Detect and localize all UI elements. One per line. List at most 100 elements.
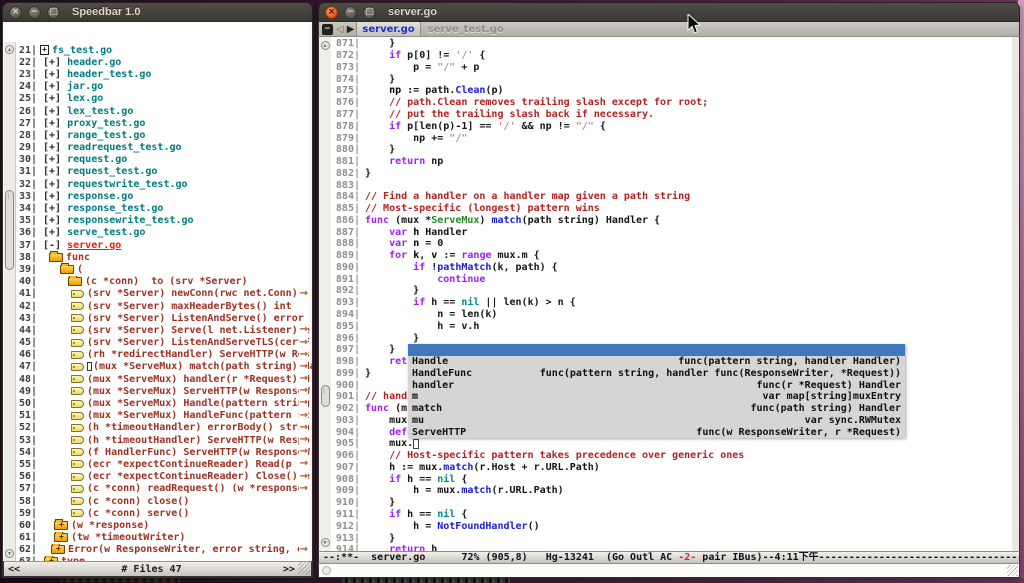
tag-icon[interactable] bbox=[71, 473, 84, 481]
tag-icon[interactable] bbox=[71, 400, 84, 408]
code-line[interactable]: 875| np := path.Clean(p) bbox=[331, 85, 1012, 97]
scrollbar-thumb[interactable] bbox=[321, 385, 330, 407]
code-line[interactable]: 908| if h == nil { bbox=[331, 473, 1012, 485]
speedbar-item[interactable]: 45|(srv *Server) ListenAndServeTLS(certF… bbox=[15, 337, 312, 349]
expand-icon[interactable]: [+] bbox=[37, 57, 67, 68]
speedbar-item-label[interactable]: header.go bbox=[67, 57, 121, 68]
speedbar-item-label[interactable]: (c *conn) serve() bbox=[87, 508, 189, 519]
file-icon[interactable] bbox=[40, 45, 49, 55]
speedbar-item[interactable]: 24| [+] jar.go bbox=[15, 81, 312, 93]
speedbar-item[interactable]: 46|(rh *redirectHandler) ServeHTTP(w Res… bbox=[15, 349, 312, 361]
folder-plus-icon[interactable] bbox=[51, 545, 65, 554]
speedbar-item-label[interactable]: response_test.go bbox=[67, 203, 163, 214]
speedbar-item[interactable]: 62|Error(w ResponseWriter, error string,… bbox=[15, 544, 312, 556]
speedbar-item[interactable]: 58|(c *conn) close() bbox=[15, 495, 312, 507]
code-line[interactable]: 912| h = NotFoundHandler() bbox=[331, 520, 1012, 532]
tag-icon[interactable] bbox=[71, 424, 84, 432]
speedbar-item[interactable]: 59|(c *conn) serve() bbox=[15, 507, 312, 519]
tag-icon[interactable] bbox=[71, 375, 84, 383]
speedbar-item-label[interactable]: (mux *ServeMux) HandleFunc(pattern st bbox=[87, 410, 310, 421]
speedbar-item[interactable]: 43|(srv *Server) ListenAndServe() error bbox=[15, 312, 312, 324]
speedbar-item-label[interactable]: lex_test.go bbox=[67, 106, 133, 117]
expand-icon[interactable]: [+] bbox=[37, 69, 67, 80]
editor-titlebar[interactable]: × − □ server.go bbox=[318, 2, 1020, 22]
speedbar-item[interactable]: 26| [+] lex_test.go bbox=[15, 105, 312, 117]
close-icon[interactable]: × bbox=[9, 6, 22, 19]
speedbar-item[interactable]: 22| [+] header.go bbox=[15, 56, 312, 68]
code-line[interactable]: 910| } bbox=[331, 497, 1012, 509]
expand-icon[interactable]: [+] bbox=[37, 191, 67, 202]
tab-close-button[interactable]: − bbox=[322, 24, 333, 35]
speedbar-item[interactable]: 52|(h *timeoutHandler) errorBody() strin… bbox=[15, 422, 312, 434]
speedbar-item-label[interactable]: func bbox=[66, 252, 90, 263]
speedbar-item[interactable]: 37| [-] server.go bbox=[15, 239, 312, 251]
code-line[interactable]: 881| return np bbox=[331, 156, 1012, 168]
tag-icon[interactable] bbox=[71, 363, 84, 371]
speedbar-item-label[interactable]: (ecr *expectContinueReader) Read(p [] bbox=[87, 459, 310, 470]
autocomplete-item[interactable]: matchfunc(path string) Handler bbox=[408, 403, 905, 415]
scrollbar-thumb[interactable] bbox=[5, 190, 14, 270]
code-line[interactable]: 911| if h == nil { bbox=[331, 509, 1012, 521]
modeline-right[interactable]: >> bbox=[283, 564, 295, 575]
speedbar-item-label[interactable]: (srv *Server) ListenAndServe() error bbox=[87, 313, 304, 324]
speedbar-item-label[interactable]: (mux *ServeMux) ServeHTTP(w ResponseW bbox=[87, 386, 310, 397]
tag-icon[interactable] bbox=[71, 448, 84, 456]
speedbar-item[interactable]: 23| [+] header_test.go bbox=[15, 68, 312, 80]
speedbar-item[interactable]: 27| [+] proxy_test.go bbox=[15, 117, 312, 129]
modeline-left[interactable]: << bbox=[8, 564, 20, 575]
code-line[interactable]: 891| continue bbox=[331, 273, 1012, 285]
scroll-up-icon[interactable]: ▲ bbox=[321, 41, 330, 50]
code-line[interactable]: 874| } bbox=[331, 73, 1012, 85]
speedbar-item-label[interactable]: lex.go bbox=[67, 93, 103, 104]
speedbar-item-label[interactable]: ( bbox=[77, 264, 83, 275]
tag-icon[interactable] bbox=[71, 326, 84, 334]
speedbar-titlebar[interactable]: × − □ Speedbar 1.0 bbox=[2, 2, 313, 22]
speedbar-item[interactable]: 38|func bbox=[15, 251, 312, 263]
speedbar-item[interactable]: 36| [+] serve_test.go bbox=[15, 227, 312, 239]
code-line[interactable]: 884|// Find a handler on a handler map g… bbox=[331, 191, 1012, 203]
autocomplete-item[interactable]: mvar map[string]muxEntry bbox=[408, 391, 905, 403]
speedbar-item[interactable]: 31| [+] request_test.go bbox=[15, 166, 312, 178]
code-line[interactable]: 895| h = v.h bbox=[331, 320, 1012, 332]
tab-server-go[interactable]: server.go bbox=[356, 22, 420, 36]
autocomplete-item[interactable]: handlerfunc(r *Request) Handler bbox=[408, 379, 905, 391]
folder-plus-icon[interactable] bbox=[54, 521, 68, 530]
speedbar-item-label[interactable]: (h *timeoutHandler) errorBody() strin bbox=[87, 422, 310, 433]
folder-plus-icon[interactable] bbox=[54, 533, 68, 542]
code-line[interactable]: 882|} bbox=[331, 167, 1012, 179]
speedbar-item-label[interactable]: (h *timeoutHandler) ServeHTTP(w Respo bbox=[87, 435, 310, 446]
speedbar-item[interactable]: 60|(w *response) bbox=[15, 519, 312, 531]
code-line[interactable]: 876| // path.Clean removes trailing slas… bbox=[331, 97, 1012, 109]
code-line[interactable]: 907| h := mux.match(r.Host + r.URL.Path) bbox=[331, 462, 1012, 474]
collapse-icon[interactable]: [-] bbox=[37, 240, 67, 251]
speedbar-item[interactable]: 50|(mux *ServeMux) Handle(pattern string… bbox=[15, 397, 312, 409]
autocomplete-selected-row[interactable] bbox=[408, 344, 905, 356]
tag-icon[interactable] bbox=[71, 351, 84, 359]
expand-icon[interactable]: [+] bbox=[37, 106, 67, 117]
speedbar-item-label[interactable]: readrequest_test.go bbox=[67, 142, 181, 153]
expand-icon[interactable]: [+] bbox=[37, 81, 67, 92]
speedbar-item[interactable]: 61|(tw *timeoutWriter) bbox=[15, 532, 312, 544]
speedbar-item-label[interactable]: (mux *ServeMux) match(path string) Ha bbox=[93, 361, 312, 372]
minibuffer[interactable] bbox=[318, 564, 1020, 578]
code-line[interactable]: 913| } bbox=[331, 532, 1012, 544]
code-line[interactable]: 909| h = mux.match(r.URL.Path) bbox=[331, 485, 1012, 497]
autocomplete-item[interactable]: ServeHTTPfunc(w ResponseWriter, r *Reque… bbox=[408, 426, 905, 438]
expand-icon[interactable]: [+] bbox=[37, 142, 67, 153]
expand-icon[interactable]: [+] bbox=[37, 227, 67, 238]
tab-forward-icon[interactable]: ▶ bbox=[347, 24, 355, 35]
code-line[interactable]: 890| if !pathMatch(k, path) { bbox=[331, 262, 1012, 274]
code-line[interactable]: 883| bbox=[331, 179, 1012, 191]
code-line[interactable]: 892| } bbox=[331, 285, 1012, 297]
speedbar-item-label[interactable]: (c *conn) readRequest() (w *response, bbox=[87, 483, 310, 494]
tab-serve_test-go[interactable]: serve_test.go bbox=[423, 22, 509, 36]
expand-icon[interactable]: [+] bbox=[37, 93, 67, 104]
speedbar-item[interactable]: 44|(srv *Server) Serve(l net.Listener) e… bbox=[15, 324, 312, 336]
speedbar-item-label[interactable]: range_test.go bbox=[67, 130, 145, 141]
tag-icon[interactable] bbox=[71, 460, 84, 468]
speedbar-item[interactable]: 42|(srv *Server) maxHeaderBytes() int bbox=[15, 300, 312, 312]
code-line[interactable]: 887| var h Handler bbox=[331, 226, 1012, 238]
minimize-icon[interactable]: − bbox=[28, 6, 41, 19]
scroll-down-icon[interactable]: ▼ bbox=[321, 538, 330, 547]
code-line[interactable]: 896| } bbox=[331, 332, 1012, 344]
